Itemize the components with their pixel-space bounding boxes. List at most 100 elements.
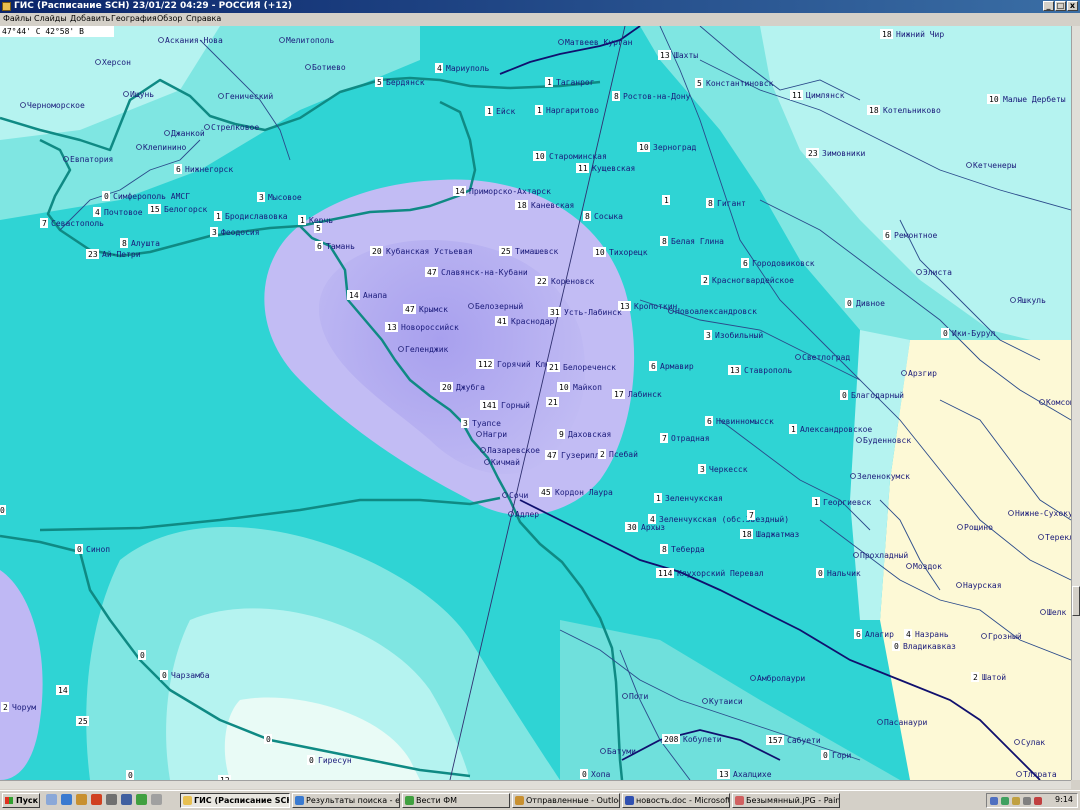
place-23[interactable]: 10 Староминская	[533, 151, 607, 161]
place-75[interactable]: 20 Джубга	[440, 382, 485, 392]
app-icon-2[interactable]	[121, 794, 132, 805]
place-70[interactable]: 21 Белореченск	[547, 362, 616, 372]
place-127[interactable]: 0 Хопа	[580, 769, 610, 779]
place-52[interactable]: 22 Кореновск	[535, 276, 595, 286]
menu-files[interactable]: Файлы	[3, 14, 31, 23]
place-118[interactable]: Кутаиси	[702, 697, 743, 706]
desktop-icon[interactable]	[46, 794, 57, 805]
menu-geography[interactable]: География	[111, 14, 157, 23]
menu-add[interactable]: Добавить	[70, 14, 110, 23]
place-4[interactable]: 13 Шахты	[658, 50, 698, 60]
place-99[interactable]: 18 Шаджатмаз	[740, 529, 800, 539]
place-37[interactable]: 18 Каневская	[515, 200, 574, 210]
place-44[interactable]: 6 Тамань	[315, 241, 355, 251]
place-45[interactable]: 20 Кубанская Устьевая	[370, 246, 473, 256]
ie-icon[interactable]	[61, 794, 72, 805]
menu-view[interactable]: Обзор	[157, 14, 182, 23]
menu-slides[interactable]: Слайды	[34, 14, 67, 23]
place-28[interactable]: 11 Кущевская	[576, 163, 635, 173]
tray-icon-1[interactable]	[990, 797, 998, 805]
place-80[interactable]: 3 Туапсе	[461, 418, 501, 428]
place-31[interactable]: 3 Мысовое	[257, 192, 302, 202]
place-38[interactable]: 8 Гигант	[706, 198, 746, 208]
place-63[interactable]: 41 Краснодар	[495, 316, 555, 326]
place-24[interactable]: 10 Зерноград	[637, 142, 697, 152]
vertical-scrollbar[interactable]	[1071, 26, 1080, 780]
place-8[interactable]: 5 Бердянск	[375, 77, 425, 87]
place-47[interactable]: 10 Тихорецк	[593, 247, 648, 257]
menu-help[interactable]: Справка	[186, 14, 221, 23]
place-102[interactable]: 8 Теберда	[660, 544, 705, 554]
place-50[interactable]: 47 Славянск-на-Кубани	[425, 267, 528, 277]
firefox-icon[interactable]	[91, 794, 102, 805]
place-35[interactable]: 1 Бродиславовка	[214, 211, 288, 221]
place-71[interactable]: 6 Армавир	[649, 361, 694, 371]
place-62[interactable]: 0 Дивное	[845, 298, 885, 308]
place-82[interactable]: 1 Александровское	[789, 424, 872, 434]
place-116[interactable]: Амбролаури	[750, 673, 806, 683]
place-98[interactable]: 30 Архыз	[625, 522, 665, 532]
place-86[interactable]: Лазаревское	[480, 446, 541, 455]
place-76[interactable]: 17 Лабинск	[612, 389, 662, 399]
place-109[interactable]: Нижне-Сухокумск	[1008, 509, 1072, 518]
place-10[interactable]: 5 Константиновск	[695, 78, 774, 88]
place-51[interactable]: 6 Городовиковск	[741, 258, 815, 268]
place-21[interactable]: Джанкой	[164, 129, 205, 138]
taskbar-button-2[interactable]: Вести ФМ	[402, 793, 510, 808]
vertical-scroll-thumb[interactable]	[1072, 586, 1080, 616]
app-icon-3[interactable]	[151, 794, 162, 805]
place-123[interactable]: 0 Гори	[821, 750, 851, 760]
taskbar-button-0[interactable]: ГИС (Расписание SCH...	[180, 793, 290, 808]
place-19[interactable]: 18 Котельниково	[867, 105, 941, 115]
place-68[interactable]: Светлоград	[795, 353, 851, 362]
place-57[interactable]: Белозерный	[468, 302, 524, 311]
place-78[interactable]: 141 Горный	[480, 400, 530, 410]
place-16[interactable]: Черноморское	[20, 101, 85, 110]
place-87[interactable]: 47 Гузерипль	[545, 450, 605, 460]
taskbar-button-3[interactable]: Отправленные - Outloo...	[512, 793, 620, 808]
app-icon-1[interactable]	[106, 794, 117, 805]
chrome-icon[interactable]	[136, 794, 147, 805]
taskbar-button-1[interactable]: Результаты поиска - е...	[292, 793, 400, 808]
place-22[interactable]: Клепинино	[136, 143, 187, 152]
place-91[interactable]: Зеленокумск	[850, 472, 911, 481]
place-108[interactable]: Наурская	[956, 581, 1002, 590]
place-119[interactable]: 2 Чорум	[1, 702, 36, 712]
place-5[interactable]: 18 Нижний Чир	[880, 29, 944, 39]
place-106[interactable]: 114 Клухорский Перевал	[656, 568, 764, 578]
folder-icon[interactable]	[76, 794, 87, 805]
horizontal-scrollbar[interactable]	[0, 780, 1071, 789]
taskbar-button-4[interactable]: новость.doc - Microsoft ...	[622, 793, 730, 808]
place-88[interactable]: 2 Псебай	[598, 449, 638, 459]
place-0[interactable]: Аскания-Нова	[158, 36, 223, 45]
place-46[interactable]: 25 Тимашевск	[499, 246, 559, 256]
place-122[interactable]: 157 Сабуети	[766, 735, 821, 745]
place-129[interactable]: Тляратa	[1016, 770, 1057, 779]
place-9[interactable]: 1 Таганрог	[545, 77, 595, 87]
place-56[interactable]: 47 Крымск	[403, 304, 448, 314]
place-25[interactable]: 23 Зимовники	[806, 148, 866, 158]
place-61[interactable]: Новоалександровск	[668, 307, 758, 316]
tray-icon-3[interactable]	[1012, 797, 1020, 805]
place-20[interactable]: Стрелковое	[204, 123, 260, 132]
place-30[interactable]: 0 Симферополь АМСГ	[102, 191, 190, 201]
place-93[interactable]: 1 Зеленчукская	[654, 493, 723, 503]
place-128[interactable]: 13 Ахалцихе	[717, 769, 772, 779]
place-107[interactable]: 0 Нальчик	[816, 568, 861, 578]
place-60[interactable]: 31 Усть-Лабинск	[548, 307, 622, 317]
place-13[interactable]: 8 Ростов-на-Дону	[612, 91, 691, 101]
place-126[interactable]: 0 Гиресун	[307, 755, 352, 765]
place-3[interactable]: Матвеев Курган	[558, 38, 633, 47]
place-120[interactable]: Пасанаури	[877, 718, 928, 727]
tray-icon-4[interactable]	[1023, 797, 1031, 805]
place-79[interactable]: 6 Невинномысск	[705, 416, 774, 426]
place-67[interactable]: Геленджик	[398, 345, 449, 354]
place-14[interactable]: 11 Цимлянск	[790, 90, 845, 100]
place-115[interactable]: 2 Шатой	[971, 672, 1006, 682]
place-110[interactable]: 6 Алагир	[854, 629, 894, 639]
place-55[interactable]: 14 Анапа	[347, 290, 387, 300]
tray-icon-2[interactable]	[1001, 797, 1009, 805]
place-72[interactable]: 13 Ставрополь	[728, 365, 792, 375]
place-112[interactable]: Грозный	[981, 632, 1022, 641]
place-34[interactable]: 15 Белогорск	[148, 204, 208, 214]
